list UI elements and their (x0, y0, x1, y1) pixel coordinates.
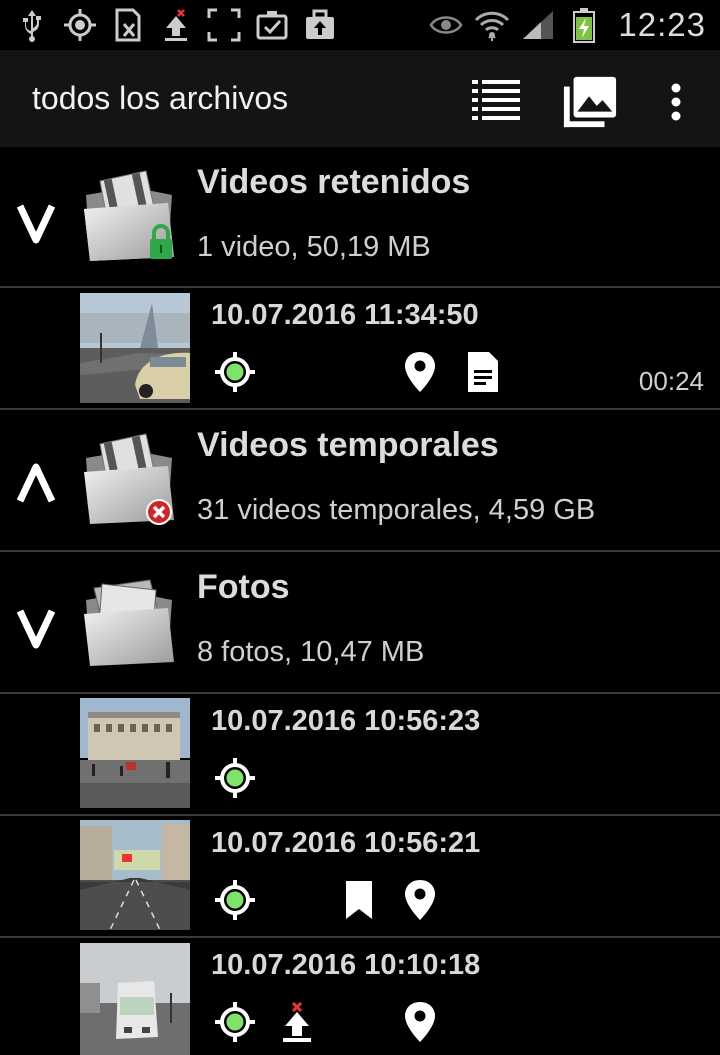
location-pin-icon (405, 880, 435, 920)
app-bar: todos los archivos (0, 50, 720, 147)
group-title: Videos temporales (197, 426, 499, 464)
list-item[interactable]: 10.07.2016 10:10:18 (0, 938, 720, 1055)
clock: 12:23 (618, 6, 706, 43)
chevron-up-icon[interactable] (14, 455, 58, 515)
group-subtitle: 1 video, 50,19 MB (197, 231, 431, 263)
video-thumbnail[interactable] (80, 293, 190, 403)
group-header-videos-temporales[interactable]: Videos temporales 31 videos temporales, … (0, 410, 720, 550)
photo-folder-icon (84, 579, 174, 666)
status-bar: 12:23 (0, 0, 720, 50)
gallery-button[interactable] (562, 74, 618, 130)
overflow-menu-button[interactable] (648, 74, 704, 130)
gps-fix-icon (215, 1002, 255, 1042)
location-pin-icon (405, 352, 435, 392)
location-pin-icon (405, 1002, 435, 1042)
battery-charging-icon (566, 7, 602, 43)
list-view-button[interactable] (468, 74, 524, 130)
gallery-icon (563, 76, 617, 128)
group-title: Fotos (197, 568, 290, 606)
photo-thumbnail[interactable] (80, 943, 190, 1055)
gps-fix-icon (215, 352, 255, 392)
gps-icon (62, 7, 98, 43)
upload-icon (158, 7, 194, 43)
temporary-video-folder-icon (84, 433, 174, 525)
video-duration: 00:24 (638, 366, 704, 396)
group-subtitle: 31 videos temporales, 4,59 GB (197, 494, 596, 526)
photo-thumbnail[interactable] (80, 820, 190, 930)
gps-fix-icon (215, 880, 255, 920)
list-item[interactable]: 10.07.2016 10:56:21 (0, 816, 720, 936)
list-view-icon (472, 80, 520, 120)
group-subtitle: 8 fotos, 10,47 MB (197, 636, 425, 668)
document-icon (468, 352, 498, 392)
item-timestamp: 10.07.2016 10:10:18 (211, 949, 481, 981)
list-item[interactable]: 10.07.2016 11:34:50 00:24 (0, 288, 720, 408)
overflow-menu-icon (671, 83, 681, 121)
item-timestamp: 10.07.2016 11:34:50 (211, 299, 479, 331)
list-item[interactable]: 10.07.2016 10:56:23 (0, 694, 720, 814)
group-header-videos-retenidos[interactable]: Videos retenidos 1 video, 50,19 MB (0, 147, 720, 287)
usb-icon (14, 7, 50, 43)
upload-failed-icon (283, 1001, 311, 1042)
page-title: todos los archivos (32, 80, 289, 116)
chevron-down-icon[interactable] (14, 192, 58, 252)
clipboard-check-icon (254, 7, 290, 43)
item-timestamp: 10.07.2016 10:56:21 (211, 827, 481, 859)
bag-upload-icon (302, 7, 338, 43)
gps-fix-icon (215, 758, 255, 798)
locked-video-folder-icon (84, 170, 174, 261)
item-timestamp: 10.07.2016 10:56:23 (211, 705, 481, 737)
bookmark-icon (346, 881, 372, 919)
screenshot-icon (206, 7, 242, 43)
photo-thumbnail[interactable] (80, 698, 190, 808)
sim-icon (110, 7, 146, 43)
group-header-fotos[interactable]: Fotos 8 fotos, 10,47 MB (0, 552, 720, 692)
signal-icon (520, 7, 556, 43)
eye-icon (428, 7, 464, 43)
group-title: Videos retenidos (197, 163, 471, 201)
chevron-down-icon[interactable] (14, 597, 58, 657)
wifi-icon (474, 7, 510, 43)
